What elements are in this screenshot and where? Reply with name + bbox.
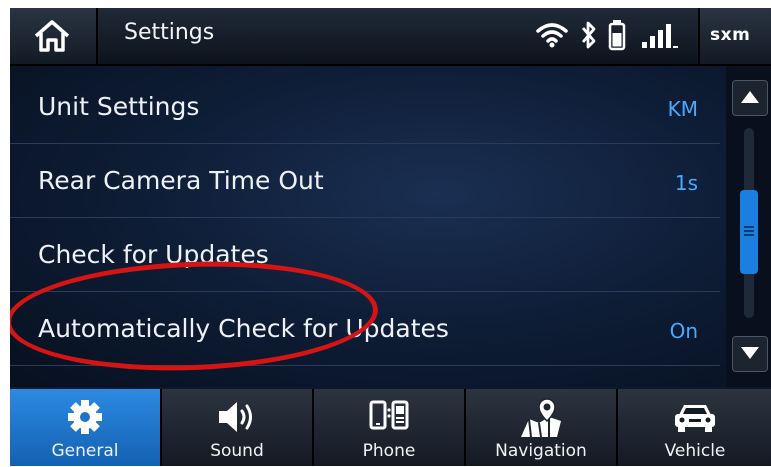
row-label: Unit Settings xyxy=(38,92,200,121)
scrollbar[interactable] xyxy=(726,66,771,387)
phone-icon xyxy=(369,400,409,430)
row-label: Rear Camera Time Out xyxy=(38,166,324,195)
tab-label: Phone xyxy=(362,441,416,461)
page-title: Settings xyxy=(124,20,215,45)
row-value: On xyxy=(669,319,698,343)
chevron-down-icon xyxy=(741,347,759,359)
tab-label: Sound xyxy=(210,441,264,461)
map-pin-icon xyxy=(521,398,561,438)
scroll-thumb[interactable] xyxy=(740,190,758,274)
chevron-up-icon xyxy=(741,91,759,103)
tab-phone[interactable]: Phone xyxy=(314,389,466,466)
signal-icon xyxy=(642,24,678,48)
rear-camera-timeout-row[interactable]: Rear Camera Time Out 1s xyxy=(10,144,720,218)
scroll-up-button[interactable] xyxy=(732,80,768,116)
gear-icon xyxy=(68,400,102,434)
tab-sound[interactable]: Sound xyxy=(162,389,314,466)
tab-general[interactable]: General xyxy=(10,389,162,466)
row-value: KM xyxy=(667,97,698,121)
speaker-icon xyxy=(219,402,252,432)
bluetooth-icon xyxy=(581,21,596,49)
car-icon xyxy=(675,405,715,432)
tab-label: Vehicle xyxy=(664,441,726,461)
sxm-button[interactable]: sxm xyxy=(698,8,771,64)
tab-label: Navigation xyxy=(495,441,587,461)
battery-icon xyxy=(608,20,626,51)
wifi-icon xyxy=(536,23,568,48)
row-value: 1s xyxy=(674,171,698,195)
header-bar: Settings sxm xyxy=(10,8,771,66)
tab-navigation[interactable]: Navigation xyxy=(466,389,618,466)
tab-vehicle[interactable]: Vehicle xyxy=(618,389,771,466)
unit-settings-row[interactable]: Unit Settings KM xyxy=(10,70,720,144)
settings-list: Unit Settings KM Rear Camera Time Out 1s… xyxy=(10,66,726,387)
infotainment-screen: Settings sxm Unit Settings KM Rear Camer… xyxy=(10,8,771,466)
sxm-label: sxm xyxy=(710,25,751,45)
tab-label: General xyxy=(51,441,119,461)
status-icons xyxy=(536,18,696,54)
scroll-down-button[interactable] xyxy=(732,336,768,372)
home-button[interactable] xyxy=(10,8,98,64)
home-icon xyxy=(34,20,70,52)
bottom-nav: General Sound Phone Navigation Vehicle xyxy=(10,389,771,466)
